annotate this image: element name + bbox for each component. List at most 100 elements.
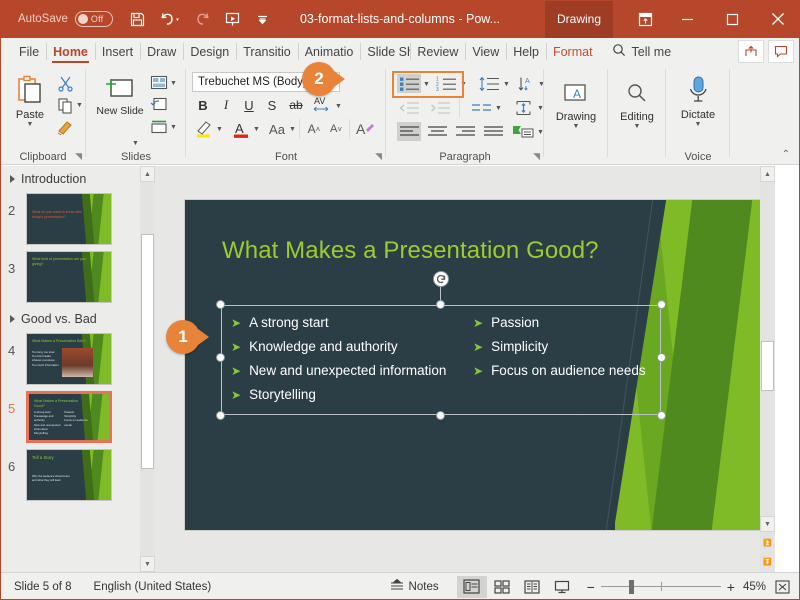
- bullet-item[interactable]: ➤ A strong start: [231, 311, 476, 335]
- sort-button[interactable]: A: [516, 74, 538, 93]
- layout-chevron-icon[interactable]: ▼: [170, 80, 177, 87]
- zoom-slider[interactable]: [600, 579, 721, 594]
- ribbon-display-options-icon[interactable]: [625, 0, 665, 38]
- resize-handle-top-right[interactable]: [657, 300, 666, 309]
- thumbnail-slide-6[interactable]: 6 Tell a Story Why the audience should c…: [0, 446, 140, 504]
- font-dialog-launcher[interactable]: ◥: [375, 151, 382, 162]
- slide-thumbnail-selected[interactable]: What Makes a Presentation Good? A strong…: [26, 391, 112, 443]
- tab-transitions[interactable]: Transitio: [236, 38, 297, 65]
- scroll-down-button[interactable]: ▼: [140, 556, 155, 572]
- resize-handle-top-left[interactable]: [216, 300, 225, 309]
- increase-indent-button[interactable]: [428, 98, 452, 117]
- reset-slide-button[interactable]: [148, 95, 170, 114]
- close-button[interactable]: [755, 0, 800, 38]
- slide-sorter-view-button[interactable]: [487, 576, 517, 598]
- format-painter-button[interactable]: [54, 117, 76, 137]
- align-text-button[interactable]: [511, 98, 535, 117]
- copy-button[interactable]: [54, 95, 76, 115]
- new-slide-button[interactable]: New Slide: [94, 71, 146, 118]
- underline-button[interactable]: U: [240, 96, 258, 114]
- chevron-down-icon[interactable]: ▼: [27, 121, 34, 128]
- normal-view-button[interactable]: [456, 575, 487, 598]
- justify-button[interactable]: [481, 122, 505, 141]
- bullet-item[interactable]: ➤ Focus on audience needs: [473, 359, 663, 383]
- text-highlight-button[interactable]: [193, 119, 215, 139]
- paste-button[interactable]: Paste ▼: [8, 71, 52, 128]
- strikethrough-button[interactable]: ab: [286, 96, 306, 114]
- bullet-item[interactable]: ➤ Simplicity: [473, 335, 663, 359]
- next-slide-button[interactable]: ⏬: [760, 553, 775, 571]
- zoom-level-label[interactable]: 45%: [743, 581, 766, 593]
- resize-handle-middle-left[interactable]: [216, 353, 225, 362]
- editing-chevron-icon[interactable]: ▼: [634, 123, 641, 130]
- section-header-introduction[interactable]: Introduction: [0, 166, 140, 190]
- zoom-slider-knob[interactable]: [628, 579, 634, 594]
- scrollbar-thumb[interactable]: [141, 234, 154, 469]
- decrease-indent-button[interactable]: [397, 98, 421, 117]
- decrease-font-size-button[interactable]: A ˅: [326, 119, 346, 139]
- tell-me-search[interactable]: Tell me: [612, 43, 671, 60]
- scroll-down-button[interactable]: ▼: [760, 516, 775, 532]
- scrollbar-thumb[interactable]: [761, 341, 774, 391]
- resize-handle-top-center[interactable]: [436, 300, 445, 309]
- line-spacing-chevron-icon[interactable]: ▼: [503, 81, 510, 88]
- slide-counter[interactable]: Slide 5 of 8: [14, 581, 72, 593]
- change-case-button[interactable]: Aa: [265, 119, 289, 139]
- clear-formatting-button[interactable]: A: [354, 119, 376, 139]
- language-indicator[interactable]: English (United States): [94, 581, 212, 593]
- thumbnail-slide-3[interactable]: 3 What kind of presentation are you givi…: [0, 248, 140, 306]
- bullet-item[interactable]: ➤ Knowledge and authority: [231, 335, 476, 359]
- slide-layout-button[interactable]: [148, 73, 170, 92]
- collapse-triangle-icon[interactable]: [10, 175, 15, 183]
- minimize-button[interactable]: [665, 0, 710, 38]
- character-spacing-button[interactable]: AV: [310, 94, 334, 114]
- share-icon[interactable]: [738, 40, 764, 63]
- collapse-triangle-icon[interactable]: [10, 315, 15, 323]
- current-slide[interactable]: What Makes a Presentation Good? ➤ A stron…: [185, 200, 760, 530]
- editing-button[interactable]: Editing ▼: [616, 77, 658, 130]
- comments-icon[interactable]: [768, 40, 794, 63]
- zoom-in-button[interactable]: +: [727, 579, 735, 595]
- line-spacing-button[interactable]: [477, 74, 501, 93]
- tab-review[interactable]: Review: [410, 38, 465, 65]
- slide-content-textbox[interactable]: ➤ A strong start ➤ Knowledge and authority…: [216, 271, 666, 420]
- previous-slide-button[interactable]: ⏫: [760, 534, 775, 552]
- resize-handle-middle-right[interactable]: [657, 353, 666, 362]
- bullet-item[interactable]: ➤ Passion: [473, 311, 663, 335]
- align-left-button[interactable]: [397, 122, 421, 141]
- tab-slide-show[interactable]: Slide Sho: [360, 38, 410, 65]
- maximize-button[interactable]: [710, 0, 755, 38]
- font-color-chevron-icon[interactable]: ▼: [253, 126, 260, 133]
- slide-title[interactable]: What Makes a Presentation Good?: [222, 237, 599, 265]
- convert-to-smartart-button[interactable]: [511, 122, 535, 141]
- tab-help[interactable]: Help: [506, 38, 546, 65]
- collapse-ribbon-button[interactable]: ⌃: [776, 146, 796, 162]
- notes-button[interactable]: Notes: [390, 578, 439, 595]
- tab-file[interactable]: File: [12, 38, 46, 65]
- slide-editing-area[interactable]: What Makes a Presentation Good? ➤ A stron…: [155, 166, 760, 572]
- clipboard-dialog-launcher[interactable]: ◥: [75, 151, 82, 162]
- redo-icon[interactable]: [194, 11, 211, 28]
- resize-handle-bottom-center[interactable]: [436, 411, 445, 420]
- drawing-button[interactable]: A Drawing ▼: [554, 77, 598, 130]
- section-chevron-icon[interactable]: ▼: [170, 124, 177, 131]
- slide-thumbnail[interactable]: Tell a Story Why the audience should car…: [26, 449, 112, 501]
- character-spacing-chevron-icon[interactable]: ▼: [335, 103, 342, 110]
- new-slide-chevron-icon[interactable]: ▼: [132, 140, 139, 147]
- undo-icon[interactable]: [159, 11, 181, 28]
- slide-thumbnail[interactable]: What do you want to know after today's p…: [26, 193, 112, 245]
- dictate-button[interactable]: Dictate ▼: [676, 71, 720, 128]
- paragraph-dialog-launcher[interactable]: ◥: [533, 151, 540, 162]
- slide-thumbnail[interactable]: What Makes a Presentation Bad? Too long,…: [26, 333, 112, 385]
- thumbnail-slide-2[interactable]: 2 What do you want to know after today's…: [0, 190, 140, 248]
- drawing-chevron-icon[interactable]: ▼: [573, 123, 580, 130]
- tab-view[interactable]: View: [465, 38, 506, 65]
- autosave-toggle[interactable]: Off: [74, 11, 113, 27]
- dictate-chevron-icon[interactable]: ▼: [695, 121, 702, 128]
- section-header-good-vs-bad[interactable]: Good vs. Bad: [0, 306, 140, 330]
- tab-draw[interactable]: Draw: [140, 38, 183, 65]
- slide-show-view-button[interactable]: [547, 576, 577, 598]
- bold-button[interactable]: B: [194, 96, 212, 114]
- align-center-button[interactable]: [425, 122, 449, 141]
- tab-insert[interactable]: Insert: [94, 38, 140, 65]
